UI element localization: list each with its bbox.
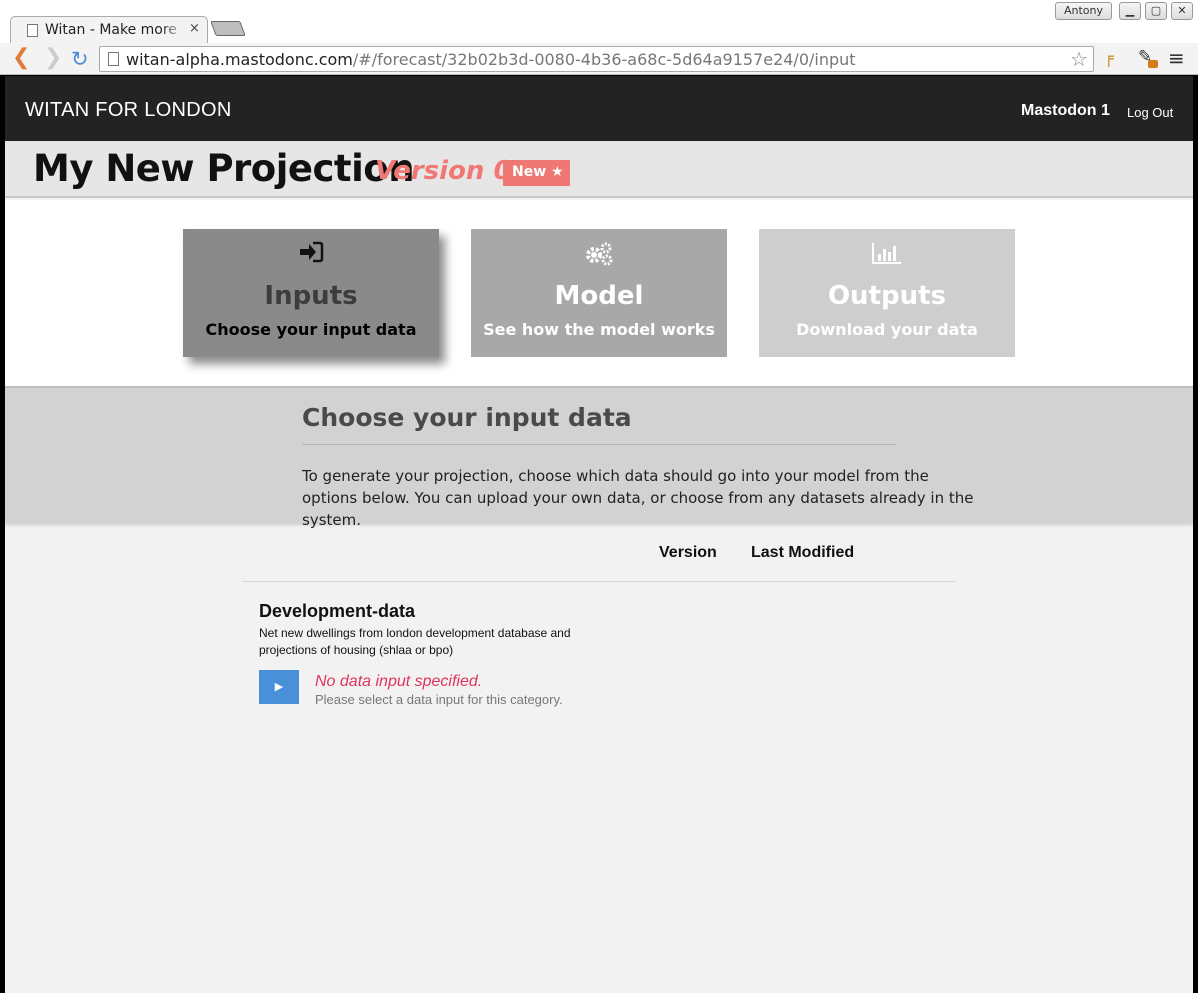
step-inputs[interactable]: Inputs Choose your input data [183, 229, 439, 357]
steps-panel: Inputs Choose your input data Model See … [5, 200, 1193, 386]
select-input-button[interactable]: ▶ [259, 670, 299, 704]
new-tab-button[interactable] [210, 21, 246, 36]
reload-icon[interactable]: ↻ [71, 48, 89, 70]
menu-icon[interactable]: ≡ [1168, 46, 1185, 70]
back-icon[interactable]: ❮ [12, 47, 30, 69]
extension-icon[interactable]: ╒ [1104, 48, 1114, 67]
window-titlebar [0, 0, 1198, 13]
address-bar[interactable]: witan-alpha.mastodonc.com/#/forecast/32b… [99, 46, 1094, 72]
sign-in-icon [183, 241, 439, 267]
page-title: My New Projection [33, 147, 415, 190]
browser-tab[interactable]: Witan - Make more s × [10, 16, 208, 44]
choose-input-panel: Choose your input data To generate your … [5, 386, 1193, 529]
maximize-button[interactable]: ▢ [1145, 2, 1167, 20]
window-user-button[interactable]: Antony [1055, 2, 1112, 20]
user-name: Mastodon 1 [1021, 102, 1110, 119]
window-bottom [0, 993, 1198, 1006]
section-title: Choose your input data [302, 403, 632, 432]
version-label: Version 0 [375, 156, 512, 186]
dataset-description: Net new dwellings from london developmen… [259, 626, 571, 657]
column-header-version: Version [659, 544, 717, 561]
play-icon: ▶ [274, 680, 284, 693]
browser-toolbar: ❮ ❯ ↻ witan-alpha.mastodonc.com/#/foreca… [0, 43, 1198, 75]
gears-icon [471, 241, 727, 267]
brand-link[interactable]: WITAN FOR LONDON [25, 99, 232, 122]
input-help-text: Please select a data input for this cate… [315, 692, 563, 707]
url-text[interactable]: witan-alpha.mastodonc.com/#/forecast/32b… [126, 50, 856, 69]
page-icon [27, 24, 38, 37]
tab-title: Witan - Make more s [45, 22, 180, 38]
step-title: Model [554, 281, 644, 311]
step-model[interactable]: Model See how the model works [471, 229, 727, 357]
star-icon: ★ [551, 164, 564, 180]
step-subtitle: See how the model works [483, 320, 715, 339]
step-outputs[interactable]: Outputs Download your data [759, 229, 1015, 357]
logout-link[interactable]: Log Out [1127, 105, 1173, 120]
bookmark-star-icon[interactable]: ☆ [1070, 47, 1088, 71]
divider [302, 444, 896, 445]
close-window-button[interactable]: ✕ [1171, 2, 1193, 20]
tab-close-icon[interactable]: × [189, 21, 200, 36]
step-title: Inputs [264, 281, 358, 311]
minimize-button[interactable]: ▁ [1119, 2, 1141, 20]
bar-chart-icon [759, 241, 1015, 267]
section-description: To generate your projection, choose whic… [302, 467, 974, 529]
input-status: No data input specified. [315, 673, 483, 690]
forward-icon[interactable]: ❯ [44, 47, 62, 69]
dataset-name: Development-data [259, 601, 416, 621]
app-navbar: WITAN FOR LONDON Mastodon 1 Log Out [5, 76, 1193, 141]
step-subtitle: Download your data [796, 320, 978, 339]
step-subtitle: Choose your input data [205, 320, 417, 339]
divider [242, 581, 956, 582]
page-icon [108, 52, 119, 66]
column-header-last-modified: Last Modified [751, 544, 855, 561]
new-badge: New ★ [503, 160, 570, 186]
projection-header: My New Projection Version 0 New ★ [5, 141, 1193, 198]
step-title: Outputs [827, 281, 947, 311]
page: WITAN FOR LONDON Mastodon 1 Log Out My N… [5, 76, 1193, 993]
